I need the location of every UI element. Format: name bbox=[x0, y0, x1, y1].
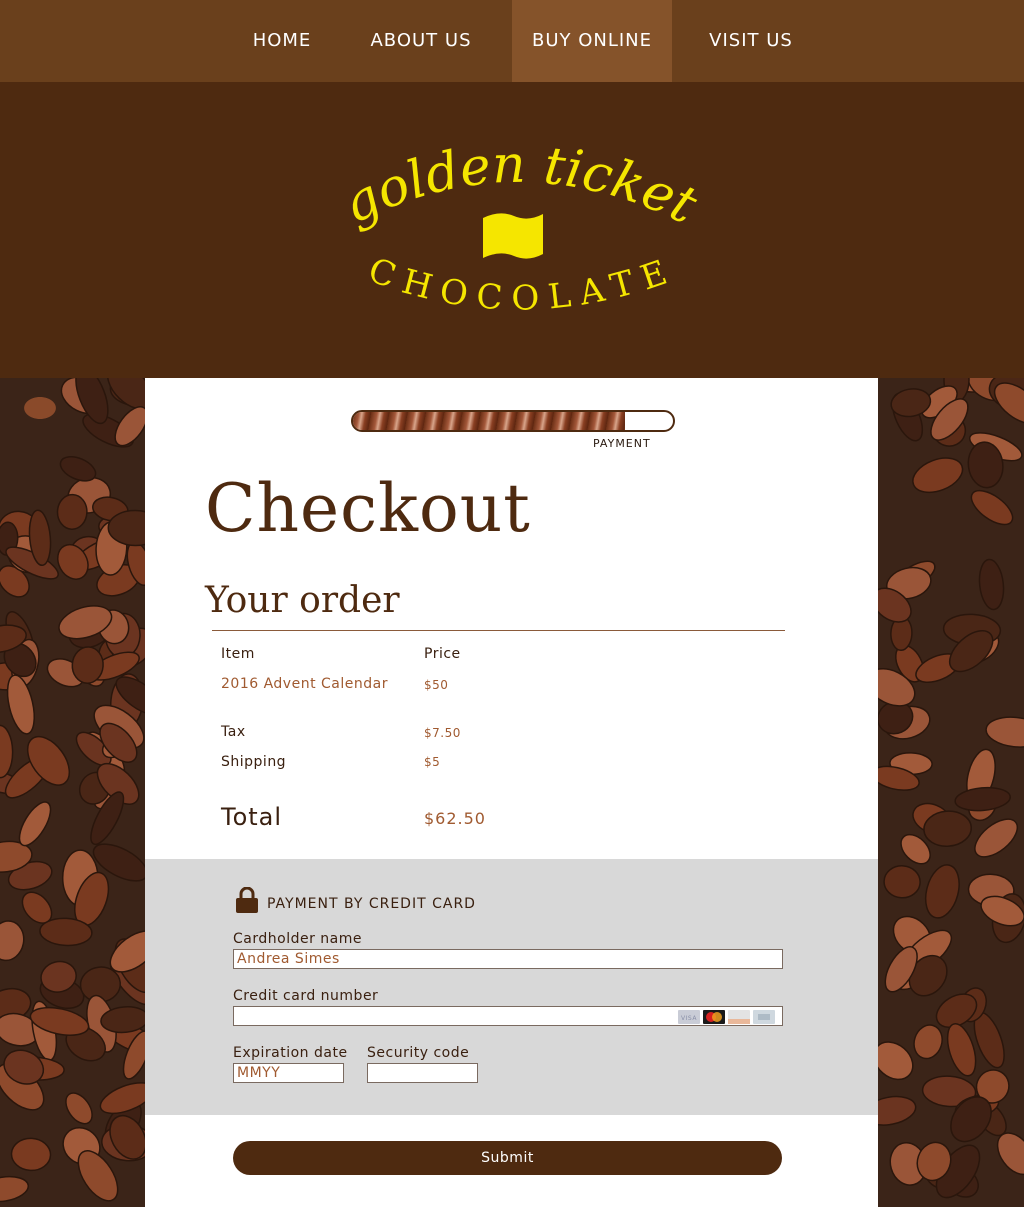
total-label: Total bbox=[221, 803, 283, 831]
nav-visit-us[interactable]: VISIT US bbox=[690, 0, 812, 82]
order-divider bbox=[212, 630, 785, 631]
security-code-field[interactable] bbox=[367, 1063, 478, 1083]
column-header-price: Price bbox=[424, 646, 461, 662]
nav-about-us[interactable]: ABOUT US bbox=[350, 0, 492, 82]
page-title: Checkout bbox=[205, 470, 531, 547]
total-value: $62.50 bbox=[424, 809, 486, 828]
expiration-label: Expiration date bbox=[233, 1045, 348, 1061]
security-code-label: Security code bbox=[367, 1045, 470, 1061]
cocoa-bean bbox=[10, 1137, 52, 1172]
cocoa-bean bbox=[65, 1092, 93, 1125]
shipping-label: Shipping bbox=[221, 754, 287, 770]
cardholder-name-field[interactable]: Andrea Simes bbox=[233, 949, 783, 969]
logo-line-2: CHOCOLATE bbox=[363, 250, 681, 319]
tax-value: $7.50 bbox=[424, 726, 461, 740]
submit-button[interactable]: Submit bbox=[233, 1141, 782, 1175]
cocoa-bean bbox=[0, 920, 25, 962]
card-number-label: Credit card number bbox=[233, 988, 379, 1004]
progress-step-label: PAYMENT bbox=[593, 437, 651, 450]
cocoa-bean bbox=[6, 674, 35, 735]
order-item-name: 2016 Advent Calendar bbox=[221, 676, 388, 692]
checkout-panel: PAYMENT Checkout Your order Item Price 2… bbox=[145, 378, 878, 1207]
tax-label: Tax bbox=[221, 724, 246, 740]
site-header: golden ticket CHOCOLATE bbox=[0, 82, 1024, 378]
cardholder-label: Cardholder name bbox=[233, 931, 362, 947]
card-number-field[interactable]: VISA bbox=[233, 1006, 783, 1026]
order-item-price: $50 bbox=[424, 678, 449, 692]
cocoa-bean bbox=[913, 1024, 943, 1060]
progress-fill bbox=[353, 412, 625, 430]
svg-text:VISA: VISA bbox=[681, 1015, 697, 1022]
column-header-item: Item bbox=[221, 646, 255, 662]
payment-section: PAYMENT BY CREDIT CARD Cardholder name A… bbox=[145, 859, 878, 1115]
cocoa-bean bbox=[0, 724, 14, 779]
cocoa-bean bbox=[954, 786, 1011, 812]
cocoa-bean bbox=[985, 716, 1024, 748]
card-icons: VISA bbox=[678, 1010, 775, 1024]
nav-home[interactable]: HOME bbox=[232, 0, 332, 82]
nav-buy-online[interactable]: BUY ONLINE bbox=[512, 0, 672, 82]
order-heading: Your order bbox=[205, 580, 400, 621]
cocoa-bean bbox=[924, 864, 960, 919]
top-navigation: HOME ABOUT US BUY ONLINE VISIT US bbox=[0, 0, 1024, 82]
cocoa-bean bbox=[970, 489, 1014, 526]
cocoa-bean bbox=[18, 801, 52, 847]
shipping-value: $5 bbox=[424, 755, 441, 769]
checkout-progress-bar bbox=[351, 410, 675, 432]
cocoa-bean bbox=[0, 1175, 30, 1203]
expiration-date-field[interactable]: MMYY bbox=[233, 1063, 344, 1083]
ticket-flag-icon bbox=[483, 213, 543, 259]
cocoa-bean bbox=[883, 865, 921, 899]
cocoa-bean bbox=[912, 457, 964, 494]
golden-ticket-logo[interactable]: golden ticket CHOCOLATE bbox=[300, 122, 730, 352]
lock-icon bbox=[236, 887, 258, 913]
cocoa-bean bbox=[978, 558, 1005, 611]
cocoa-bean bbox=[56, 493, 88, 530]
payment-title: PAYMENT BY CREDIT CARD bbox=[267, 896, 476, 912]
